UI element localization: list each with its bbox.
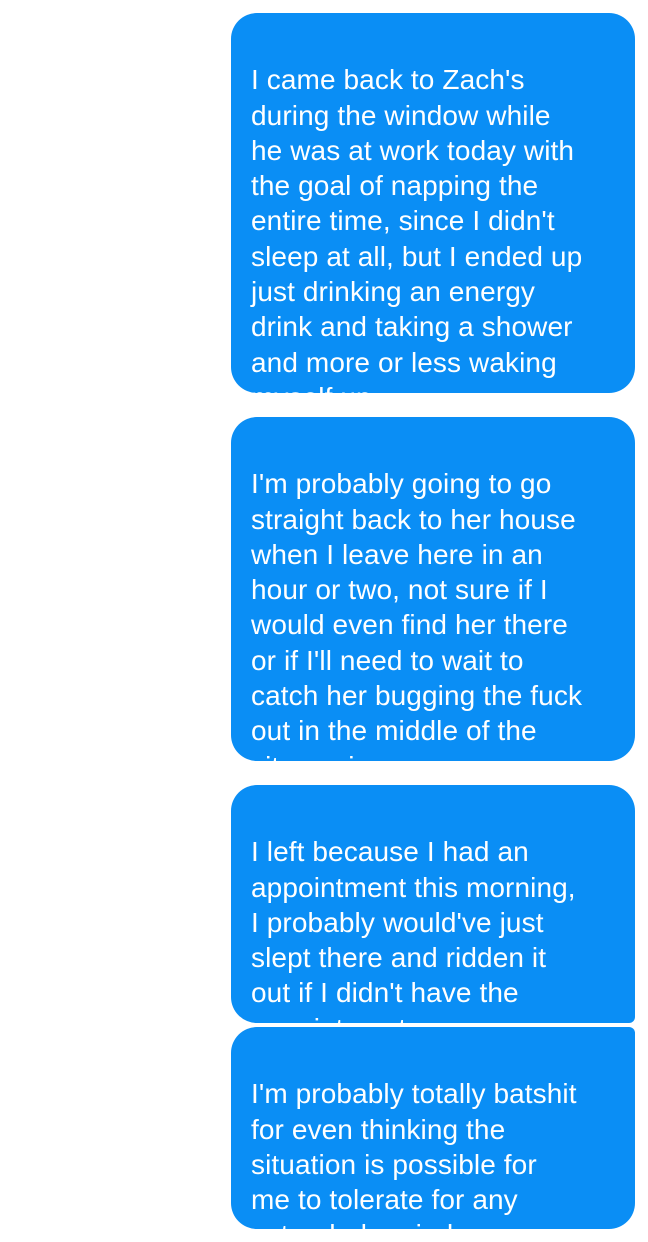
message-text: I'm probably going to go straight back t… <box>251 468 583 761</box>
sent-message-bubble[interactable]: I'm probably going to go straight back t… <box>231 417 635 761</box>
message-text: I left because I had an appointment this… <box>251 836 576 1023</box>
sent-message-bubble[interactable]: I left because I had an appointment this… <box>231 785 635 1023</box>
message-thread: I came back to Zach's during the window … <box>0 0 648 1242</box>
message-text: I came back to Zach's during the window … <box>251 64 583 393</box>
sent-message-bubble[interactable]: I'm probably totally batshit for even th… <box>231 1027 635 1229</box>
sent-message-bubble[interactable]: I came back to Zach's during the window … <box>231 13 635 393</box>
message-text: I'm probably totally batshit for even th… <box>251 1078 577 1229</box>
